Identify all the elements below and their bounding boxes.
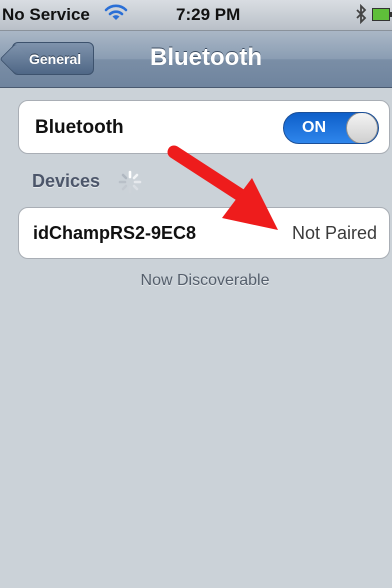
loading-spinner-icon xyxy=(118,170,142,194)
devices-section-header: Devices xyxy=(32,171,101,191)
navigation-bar: General Bluetooth xyxy=(0,31,392,88)
discoverable-status: Now Discoverable xyxy=(140,272,270,289)
toggle-state-label: ON xyxy=(302,119,326,136)
wifi-icon xyxy=(104,4,128,20)
battery-icon xyxy=(372,8,392,21)
bluetooth-icon xyxy=(356,4,367,24)
status-bar: No Service 7:29 PM xyxy=(0,0,392,31)
clock: 7:29 PM xyxy=(176,5,241,24)
device-pair-status: Not Paired xyxy=(291,223,377,243)
page-title: Bluetooth xyxy=(150,44,262,71)
red-arrow-icon xyxy=(167,145,278,230)
carrier-label: No Service xyxy=(2,5,90,24)
bluetooth-setting-label: Bluetooth xyxy=(35,117,124,138)
toggle-knob xyxy=(346,113,378,143)
